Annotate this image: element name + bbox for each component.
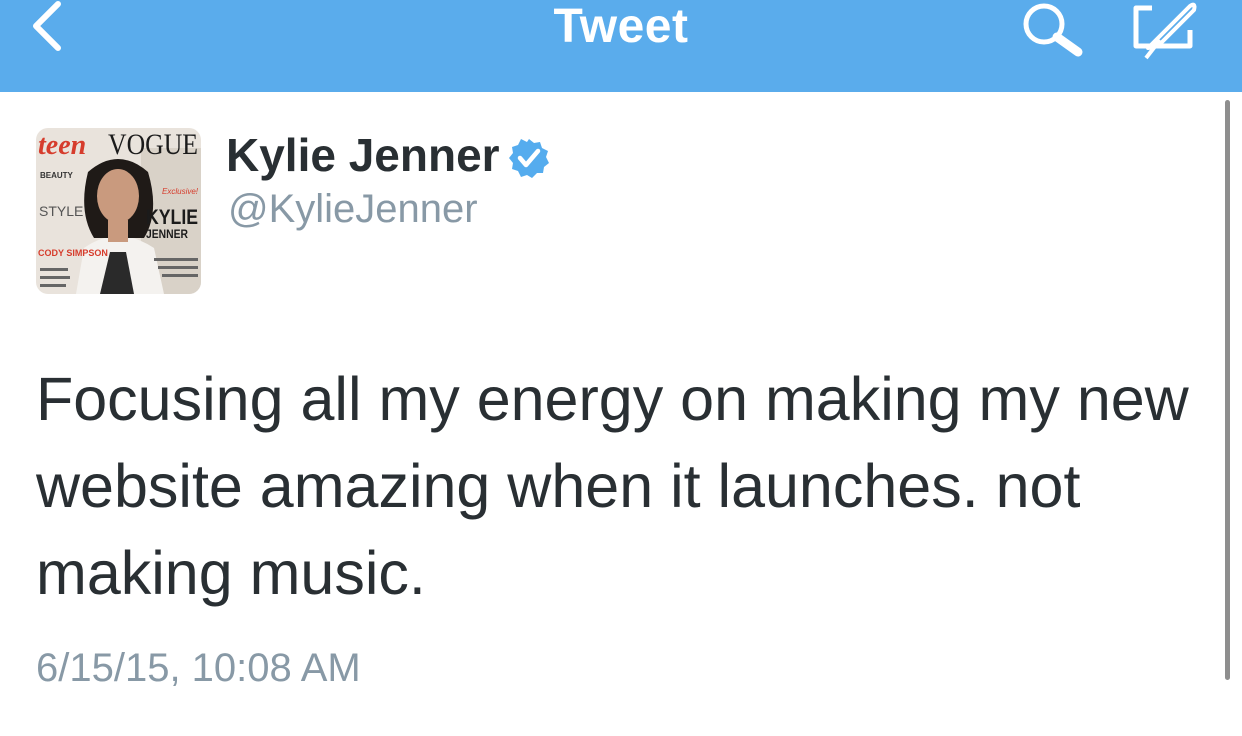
navigation-bar: Tweet xyxy=(0,0,1242,92)
cover-line-kylie: KYLIE xyxy=(146,206,198,229)
cover-line-beauty: BEAUTY xyxy=(40,171,74,180)
scrollbar[interactable] xyxy=(1225,100,1230,680)
cover-line-cody: CODY SIMPSON xyxy=(38,248,108,258)
tweet-timestamp: 6/15/15, 10:08 AM xyxy=(36,646,361,690)
magazine-cover-image: teen VOGUE BEAUTY STYLE Exclusive! KYLIE… xyxy=(36,128,201,294)
cover-line-style: STYLE xyxy=(39,203,83,219)
compose-icon[interactable] xyxy=(1126,0,1198,60)
verified-badge-icon xyxy=(509,139,549,178)
display-name[interactable]: Kylie Jenner xyxy=(226,126,500,184)
cover-masthead-left: teen xyxy=(38,130,86,161)
cover-line-jenner: JENNER xyxy=(146,227,188,241)
user-handle[interactable]: @KylieJenner xyxy=(228,182,478,236)
cover-line-exclusive: Exclusive! xyxy=(162,187,199,196)
tweet-text: Focusing all my energy on making my new … xyxy=(36,365,1189,607)
search-icon[interactable] xyxy=(1016,0,1088,60)
cover-masthead-right: VOGUE xyxy=(108,128,198,161)
avatar[interactable]: teen VOGUE BEAUTY STYLE Exclusive! KYLIE… xyxy=(36,128,201,294)
